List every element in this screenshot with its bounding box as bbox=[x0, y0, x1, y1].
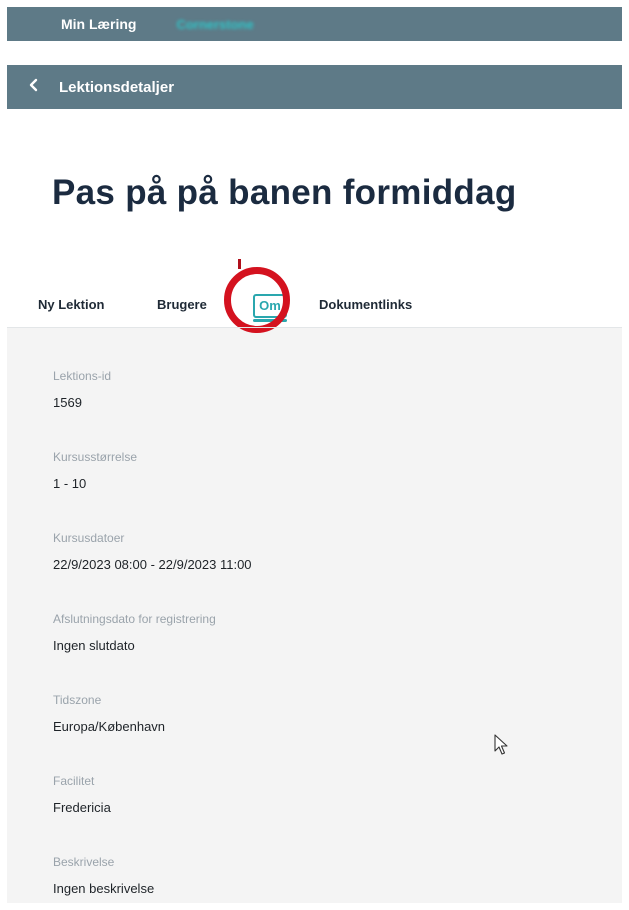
tab-dokumentlinks[interactable]: Dokumentlinks bbox=[319, 297, 412, 312]
top-bar: Min Læring Cornerstone bbox=[7, 7, 622, 41]
field-value: Ingen slutdato bbox=[53, 638, 135, 653]
tab-divider bbox=[7, 327, 622, 328]
mouse-pointer-icon bbox=[494, 734, 508, 755]
chevron-left-icon[interactable] bbox=[29, 78, 45, 96]
detail-field-description: Beskrivelse Ingen beskrivelse bbox=[53, 854, 573, 903]
field-label: Kursusdatoer bbox=[53, 531, 125, 545]
detail-field-facility: Facilitet Fredericia bbox=[53, 773, 573, 854]
field-value: 1 - 10 bbox=[53, 476, 87, 491]
field-label: Beskrivelse bbox=[53, 855, 115, 869]
app-frame: Min Læring Cornerstone Lektionsdetaljer … bbox=[7, 7, 622, 903]
lesson-details: Lektions-id 1569 Kursusstørrelse 1 - 10 … bbox=[53, 368, 573, 903]
tab-ny-lektion[interactable]: Ny Lektion bbox=[38, 297, 104, 312]
highlight-circle-annotation bbox=[224, 267, 290, 333]
sub-header-bar: Lektionsdetaljer bbox=[7, 65, 622, 109]
annotation-tick bbox=[238, 259, 241, 269]
page-title: Pas på på banen formiddag bbox=[52, 173, 517, 212]
chevron-left-icon-glyph bbox=[29, 78, 38, 92]
detail-field-timezone: Tidszone Europa/København bbox=[53, 692, 573, 773]
field-label: Tidszone bbox=[53, 693, 102, 707]
field-value: 1569 bbox=[53, 395, 82, 410]
detail-field-course-size: Kursusstørrelse 1 - 10 bbox=[53, 449, 573, 530]
field-value: Fredericia bbox=[53, 800, 111, 815]
field-label: Facilitet bbox=[53, 774, 95, 788]
tab-bar: Ny Lektion Brugere Om Dokumentlinks bbox=[7, 281, 622, 327]
field-value: Europa/København bbox=[53, 719, 166, 734]
header-spacer bbox=[7, 41, 622, 65]
brand-logo: Cornerstone bbox=[176, 16, 254, 32]
detail-field-lesson-id: Lektions-id 1569 bbox=[53, 368, 573, 449]
field-label: Afslutningsdato for registrering bbox=[53, 612, 216, 626]
lesson-header: Pas på på banen formiddag Ny Lektion Bru… bbox=[7, 109, 622, 333]
field-label: Kursusstørrelse bbox=[53, 450, 138, 464]
field-label: Lektions-id bbox=[53, 369, 112, 383]
tab-brugere[interactable]: Brugere bbox=[157, 297, 207, 312]
detail-field-course-dates: Kursusdatoer 22/9/2023 08:00 - 22/9/2023… bbox=[53, 530, 573, 611]
field-value: Ingen beskrivelse bbox=[53, 881, 155, 896]
app-title[interactable]: Min Læring bbox=[61, 16, 136, 32]
detail-field-registration-deadline: Afslutningsdato for registrering Ingen s… bbox=[53, 611, 573, 692]
field-value: 22/9/2023 08:00 - 22/9/2023 11:00 bbox=[53, 557, 252, 572]
section-title: Lektionsdetaljer bbox=[59, 78, 175, 96]
